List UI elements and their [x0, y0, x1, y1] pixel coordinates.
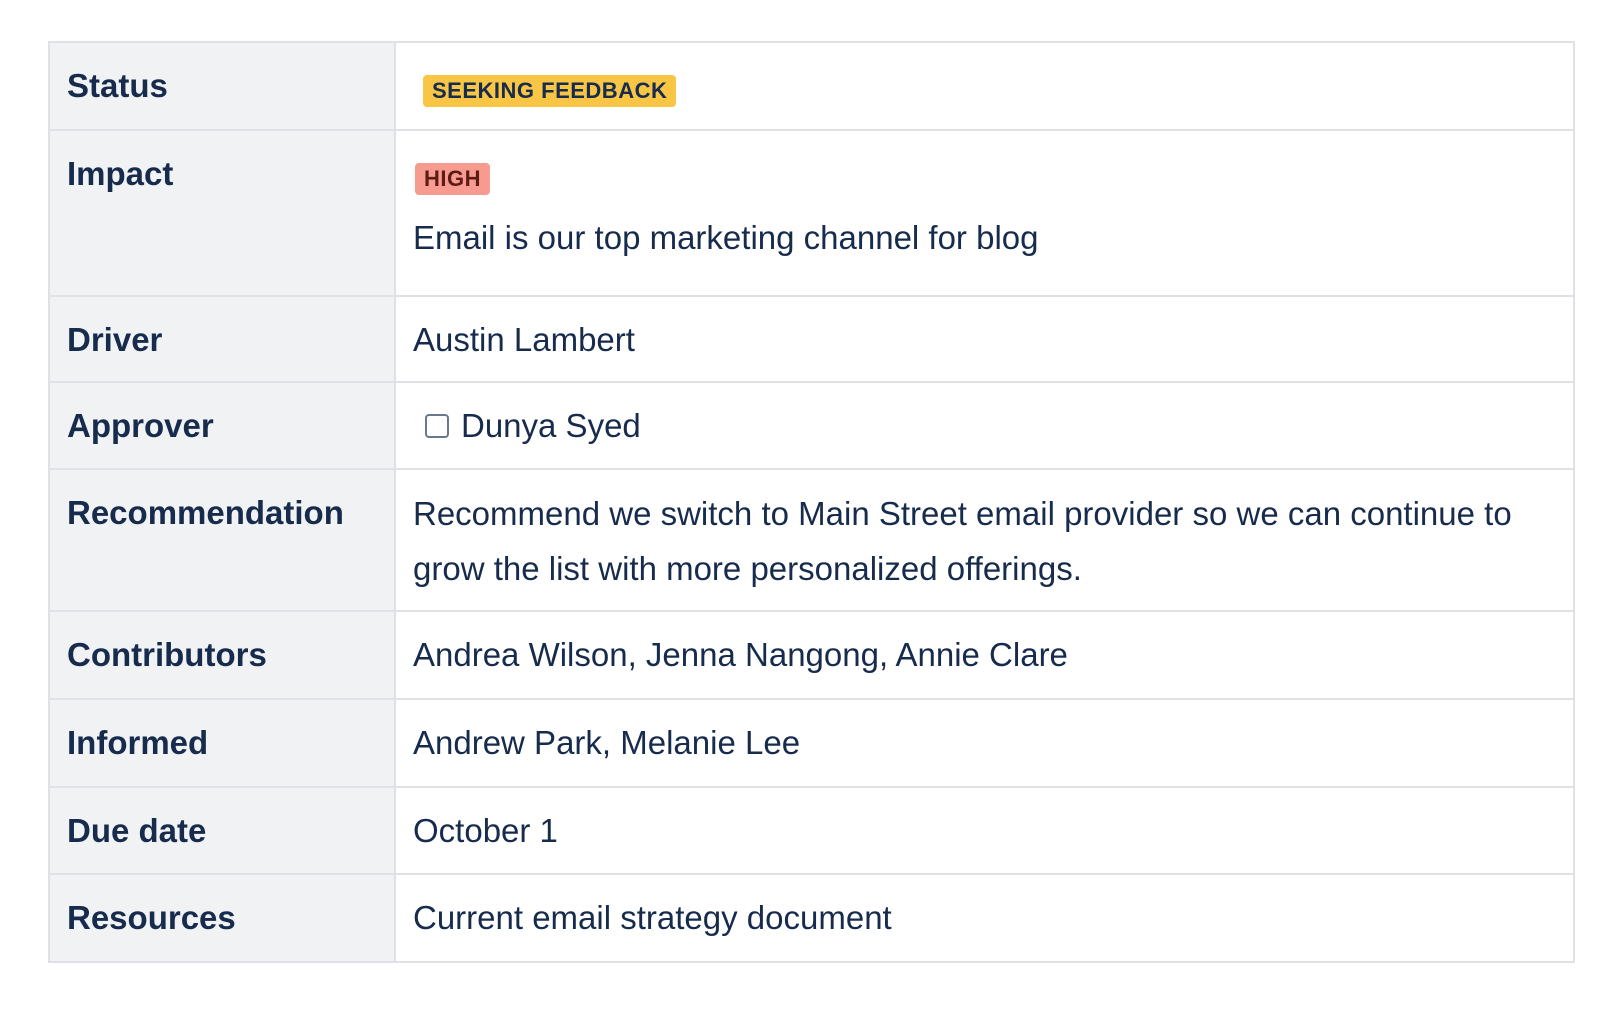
status-label: Status [48, 41, 396, 131]
contributors-label: Contributors [48, 610, 396, 700]
due-date-label: Due date [48, 786, 396, 875]
table-row-contributors: Contributors Andrea Wilson, Jenna Nangon… [48, 610, 1575, 700]
table-row-resources: Resources Current email strategy documen… [48, 873, 1575, 963]
approver-label: Approver [48, 381, 396, 470]
driver-label: Driver [48, 295, 396, 383]
impact-description: Email is our top marketing channel for b… [413, 219, 1039, 256]
status-badge: SEEKING FEEDBACK [423, 75, 677, 107]
approver-value-cell: Dunya Syed [394, 381, 1575, 470]
impact-badge: HIGH [415, 163, 490, 195]
decision-table: Status SEEKING FEEDBACK Impact HIGH Emai… [48, 41, 1575, 963]
table-row-due-date: Due date October 1 [48, 786, 1575, 875]
table-row-driver: Driver Austin Lambert [48, 295, 1575, 383]
due-date-value: October 1 [394, 786, 1575, 875]
table-row-impact: Impact HIGH Email is our top marketing c… [48, 129, 1575, 297]
table-row-status: Status SEEKING FEEDBACK [48, 41, 1575, 131]
table-row-informed: Informed Andrew Park, Melanie Lee [48, 698, 1575, 788]
contributors-value: Andrea Wilson, Jenna Nangong, Annie Clar… [394, 610, 1575, 700]
approver-task: Dunya Syed [413, 407, 1557, 445]
driver-value: Austin Lambert [394, 295, 1575, 383]
recommendation-label: Recommendation [48, 468, 396, 612]
resources-value: Current email strategy document [394, 873, 1575, 963]
approver-name: Dunya Syed [461, 407, 641, 444]
status-value-cell: SEEKING FEEDBACK [394, 41, 1575, 131]
impact-value-cell: HIGH Email is our top marketing channel … [394, 129, 1575, 297]
impact-label: Impact [48, 129, 396, 297]
informed-label: Informed [48, 698, 396, 788]
table-row-approver: Approver Dunya Syed [48, 381, 1575, 470]
recommendation-value: Recommend we switch to Main Street email… [413, 495, 1512, 587]
approver-checkbox[interactable] [425, 414, 449, 438]
resources-label: Resources [48, 873, 396, 963]
informed-value: Andrew Park, Melanie Lee [394, 698, 1575, 788]
table-row-recommendation: Recommendation Recommend we switch to Ma… [48, 468, 1575, 612]
recommendation-value-cell: Recommend we switch to Main Street email… [394, 468, 1575, 612]
